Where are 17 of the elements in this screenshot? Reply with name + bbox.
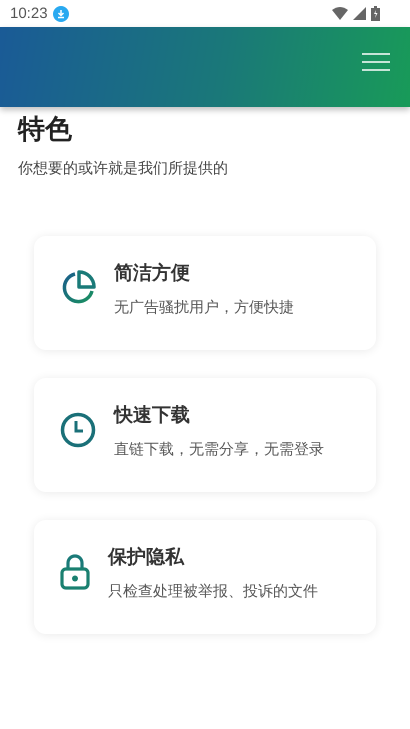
section-subtitle: 你想要的或许就是我们所提供的 [18,159,229,178]
wifi-icon [332,7,348,20]
clock-icon [60,412,96,448]
feature-title: 保护隐私 [108,544,186,570]
feature-title: 快速下载 [114,402,191,428]
status-time: 10:23 [10,5,48,22]
feature-title: 简洁方便 [114,260,191,286]
section-title: 特色 [18,113,73,147]
feature-description: 只检查处理被举报、投诉的文件 [108,582,318,600]
signal-icon [353,7,366,20]
feature-description: 无广告骚扰用户，方便快捷 [114,298,294,316]
menu-icon[interactable] [362,53,390,71]
download-icon [52,6,69,22]
lock-icon [60,554,90,590]
feature-description: 直链下载，无需分享，无需登录 [114,440,324,458]
pie-chart-icon [60,270,96,306]
battery-icon [371,6,380,21]
